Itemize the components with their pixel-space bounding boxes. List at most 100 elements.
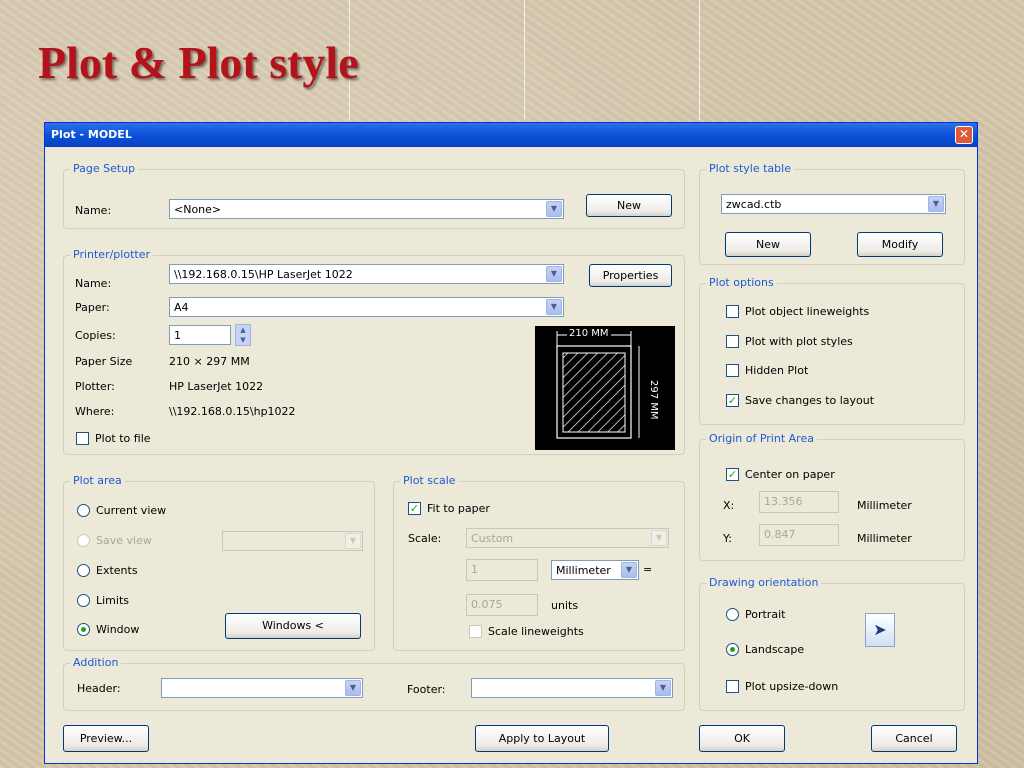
origin-x-label: X: <box>723 499 735 512</box>
window-label: Window <box>96 623 140 636</box>
scale-label: Scale: <box>408 532 442 545</box>
scale-lineweights-label: Scale lineweights <box>488 625 584 638</box>
ok-button[interactable]: OK <box>699 725 785 752</box>
portrait-label: Portrait <box>745 608 786 621</box>
center-on-paper-checkbox[interactable]: ✓ <box>726 468 739 481</box>
apply-to-layout-button[interactable]: Apply to Layout <box>475 725 609 752</box>
spin-down-icon[interactable]: ▼ <box>236 335 250 345</box>
origin-y-unit: Millimeter <box>857 532 912 545</box>
copies-input[interactable]: 1 <box>169 325 231 345</box>
save-changes-label: Save changes to layout <box>745 394 875 407</box>
footer-select[interactable]: ▼ <box>471 678 673 698</box>
save-view-label: Save view <box>96 534 152 547</box>
plot-style-table-legend: Plot style table <box>706 162 794 175</box>
portrait-radio[interactable] <box>726 608 739 621</box>
origin-y-label: Y: <box>723 532 732 545</box>
scale-equals: = <box>643 563 653 576</box>
scale-denominator-value: 0.075 <box>471 598 503 611</box>
windows-pick-button[interactable]: Windows < <box>225 613 361 639</box>
scale-numerator-input[interactable]: 1 <box>466 559 538 581</box>
origin-x-unit: Millimeter <box>857 499 912 512</box>
origin-legend: Origin of Print Area <box>706 432 817 445</box>
landscape-radio[interactable] <box>726 643 739 656</box>
origin-y-value: 0.847 <box>764 528 796 541</box>
current-view-label: Current view <box>96 504 167 517</box>
chevron-down-icon: ▼ <box>546 266 562 282</box>
close-icon: ✕ <box>958 127 970 141</box>
header-select[interactable]: ▼ <box>161 678 363 698</box>
scale-unit-value: Millimeter <box>556 564 611 577</box>
preview-button[interactable]: Preview... <box>63 725 149 752</box>
landscape-label: Landscape <box>745 643 805 656</box>
printer-name-label: Name: <box>75 277 112 290</box>
chevron-down-icon: ▼ <box>928 196 944 212</box>
plot-style-table-select[interactable]: zwcad.ctb ▼ <box>721 194 946 214</box>
header-label: Header: <box>77 682 121 695</box>
scale-denominator-input[interactable]: 0.075 <box>466 594 538 616</box>
page-setup-name-select[interactable]: <None> ▼ <box>169 199 564 219</box>
chevron-down-icon: ▼ <box>621 562 637 578</box>
center-on-paper-label: Center on paper <box>745 468 835 481</box>
properties-button[interactable]: Properties <box>589 264 672 287</box>
origin-x-value: 13.356 <box>764 495 803 508</box>
paper-label: Paper: <box>75 301 110 314</box>
plot-to-file-label: Plot to file <box>95 432 151 445</box>
page-setup-name-value: <None> <box>174 203 222 216</box>
plot-to-file-checkbox[interactable] <box>76 432 89 445</box>
save-view-radio[interactable] <box>77 534 90 547</box>
extents-label: Extents <box>96 564 138 577</box>
cancel-button[interactable]: Cancel <box>871 725 957 752</box>
close-button[interactable]: ✕ <box>955 126 973 144</box>
extents-radio[interactable] <box>77 564 90 577</box>
preview-height-label: 297 MM <box>648 380 659 420</box>
slide-title: Plot & Plot style <box>38 37 359 88</box>
plot-with-plot-styles-label: Plot with plot styles <box>745 335 853 348</box>
fit-to-paper-checkbox[interactable]: ✓ <box>408 502 421 515</box>
printer-legend: Printer/plotter <box>70 248 153 261</box>
where-label: Where: <box>75 405 115 418</box>
slide-divider-line <box>524 0 525 120</box>
limits-label: Limits <box>96 594 129 607</box>
copies-label: Copies: <box>75 329 116 342</box>
hidden-plot-checkbox[interactable] <box>726 364 739 377</box>
plot-object-lineweights-checkbox[interactable] <box>726 305 739 318</box>
save-view-select[interactable]: ▼ <box>222 531 363 551</box>
save-changes-checkbox[interactable]: ✓ <box>726 394 739 407</box>
window-radio[interactable] <box>77 623 90 636</box>
plotter-value: HP LaserJet 1022 <box>169 380 264 393</box>
scale-units-label: units <box>551 599 579 612</box>
current-view-radio[interactable] <box>77 504 90 517</box>
spin-up-icon[interactable]: ▲ <box>236 325 250 335</box>
dialog-titlebar[interactable]: Plot - MODEL ✕ <box>45 123 977 147</box>
page-setup-name-label: Name: <box>75 204 112 217</box>
chevron-down-icon: ▼ <box>345 533 361 549</box>
copies-spinner[interactable]: ▲ ▼ <box>235 324 251 346</box>
limits-radio[interactable] <box>77 594 90 607</box>
plot-upside-down-label: Plot upsize-down <box>745 680 839 693</box>
plot-dialog: Plot - MODEL ✕ Page Setup Name: <None> ▼… <box>44 122 978 764</box>
scale-select[interactable]: Custom ▼ <box>466 528 669 548</box>
slide-divider-line <box>699 0 700 120</box>
page-setup-legend: Page Setup <box>70 162 139 175</box>
scale-unit-select[interactable]: Millimeter ▼ <box>551 560 639 580</box>
plot-style-table-value: zwcad.ctb <box>726 198 782 211</box>
origin-x-input[interactable]: 13.356 <box>759 491 839 513</box>
paper-select[interactable]: A4 ▼ <box>169 297 564 317</box>
paper-size-label: Paper Size <box>75 355 133 368</box>
plot-with-plot-styles-checkbox[interactable] <box>726 335 739 348</box>
scale-value: Custom <box>471 532 514 545</box>
plot-style-new-button[interactable]: New <box>725 232 811 257</box>
printer-name-select[interactable]: \\192.168.0.15\HP LaserJet 1022 ▼ <box>169 264 564 284</box>
printer-name-value: \\192.168.0.15\HP LaserJet 1022 <box>174 268 353 281</box>
dialog-title: Plot - MODEL <box>51 128 132 141</box>
plot-area-legend: Plot area <box>70 474 125 487</box>
chevron-down-icon: ▼ <box>651 530 667 546</box>
scale-lineweights-checkbox[interactable] <box>469 625 482 638</box>
plot-object-lineweights-label: Plot object lineweights <box>745 305 870 318</box>
page-setup-new-button[interactable]: New <box>586 194 672 217</box>
fit-to-paper-label: Fit to paper <box>427 502 490 515</box>
origin-y-input[interactable]: 0.847 <box>759 524 839 546</box>
where-value: \\192.168.0.15\hp1022 <box>169 405 296 418</box>
plot-upside-down-checkbox[interactable] <box>726 680 739 693</box>
plot-style-modify-button[interactable]: Modify <box>857 232 943 257</box>
